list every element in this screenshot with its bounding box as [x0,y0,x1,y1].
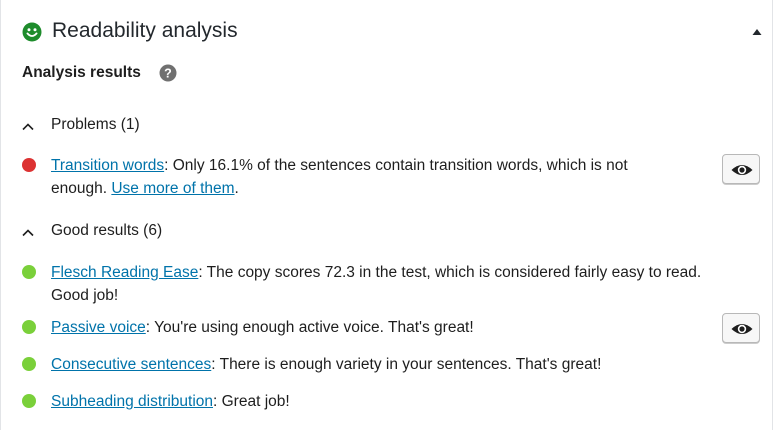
result-description: : The copy scores 72.3 in the test, whic… [198,264,702,281]
passive-voice-link[interactable]: Passive voice [51,319,146,336]
highlight-eye-button[interactable] [722,313,760,343]
transition-words-link[interactable]: Transition words [51,157,164,174]
problems-label: Problems (1) [51,116,140,133]
chevron-up-icon [22,229,34,237]
chevron-up-icon [22,123,34,131]
subheading-distribution-link[interactable]: Subheading distribution [51,393,213,410]
readability-panel: Readability analysis Analysis results ? … [0,0,773,430]
result-item-consecutive-sentences: Consecutive sentences: There is enough v… [51,353,711,376]
result-description: : You're using enough active voice. That… [145,319,474,336]
result-item-flesch: Flesch Reading Ease: The copy scores 72.… [51,261,766,307]
result-item-transition-words: Transition words: Only 16.1% of the sent… [51,154,711,200]
status-dot-green [22,394,36,408]
highlight-eye-button[interactable] [722,154,760,184]
result-description: : Only 16.1% of the sentences contain tr… [164,157,628,174]
status-dot-green [22,265,36,279]
panel-title: Readability analysis [52,19,238,42]
result-description-cont: enough. [51,180,112,197]
help-icon[interactable]: ? [159,64,177,82]
status-dot-green [22,357,36,371]
result-item-passive-voice: Passive voice: You're using enough activ… [51,316,711,339]
status-dot-green [22,320,36,334]
panel-header[interactable]: Readability analysis [1,0,772,60]
svg-text:?: ? [164,66,172,80]
eye-icon [731,324,753,334]
eye-icon [731,165,753,175]
flesch-reading-ease-link[interactable]: Flesch Reading Ease [51,264,198,281]
good-results-toggle[interactable]: Good results (6) [21,222,191,244]
result-item-subheading-distribution: Subheading distribution: Great job! [51,390,711,413]
collapse-panel-icon[interactable] [749,24,765,40]
consecutive-sentences-link[interactable]: Consecutive sentences [51,356,211,373]
result-description: : There is enough variety in your senten… [211,356,602,373]
analysis-results-heading: Analysis results [22,64,141,81]
problems-toggle[interactable]: Problems (1) [21,116,161,138]
good-results-label: Good results (6) [51,222,163,239]
smiley-face-icon [22,22,42,42]
status-dot-red [22,158,36,172]
result-description: : Great job! [213,393,290,410]
result-description-cont: Good job! [51,287,119,304]
use-more-link[interactable]: Use more of them [111,180,234,197]
result-tail: . [234,180,239,197]
